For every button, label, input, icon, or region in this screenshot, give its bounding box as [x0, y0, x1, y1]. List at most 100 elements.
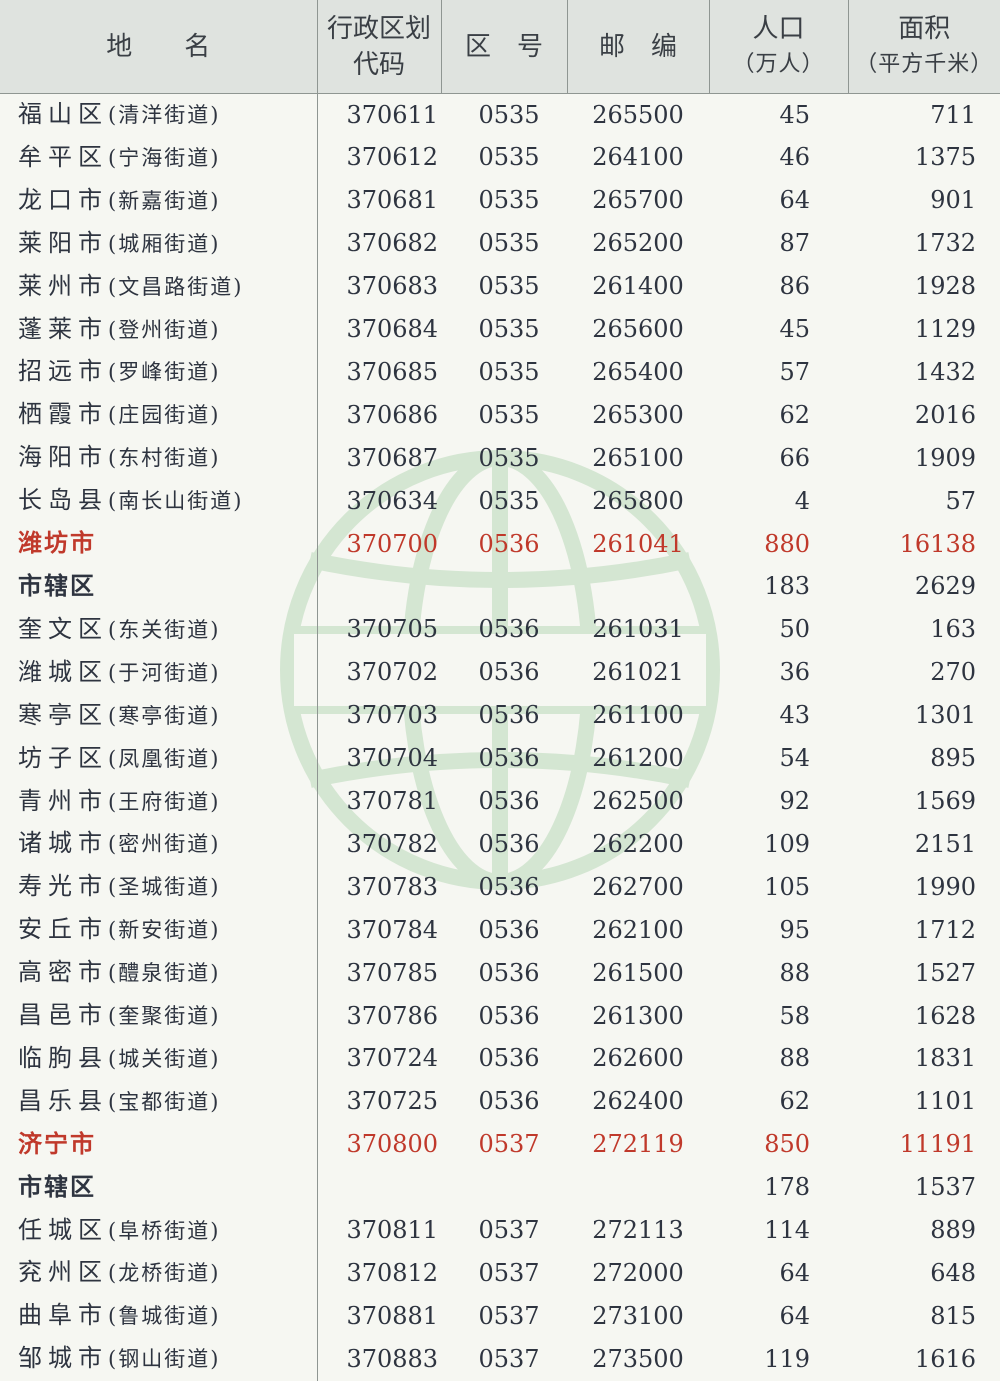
population-cell: 45: [709, 94, 848, 137]
seat-street: (阜桥街道): [108, 1219, 220, 1243]
postcode-cell: [567, 566, 709, 609]
table-row: 栖霞市(庄园街道)3706860535265300622016: [0, 394, 1000, 437]
area-cell: 815: [848, 1295, 1000, 1338]
population-cell: 64: [709, 180, 848, 223]
place-name-cell: 青州市(王府街道): [0, 781, 317, 824]
code-cell: 370685: [317, 351, 441, 394]
code-cell: 370881: [317, 1295, 441, 1338]
seat-street: (宝都街道): [108, 1090, 220, 1114]
table-row: 兖州区(龙桥街道)370812053727200064648: [0, 1252, 1000, 1295]
area-cell: 1712: [848, 909, 1000, 952]
population-cell: 109: [709, 823, 848, 866]
code-cell: 370725: [317, 1081, 441, 1124]
population-cell: 178: [709, 1167, 848, 1210]
area-cell: 711: [848, 94, 1000, 137]
code-cell: 370704: [317, 738, 441, 781]
postcode-cell: 273100: [567, 1295, 709, 1338]
table-row: 福山区(清洋街道)370611053526550045711: [0, 94, 1000, 137]
code-cell: 370611: [317, 94, 441, 137]
seat-street: (城关街道): [108, 1047, 220, 1071]
area-code-cell: 0537: [441, 1252, 567, 1295]
area-code-cell: 0536: [441, 1038, 567, 1081]
area-code-cell: 0535: [441, 223, 567, 266]
place-name: 潍坊市: [18, 529, 96, 557]
seat-street: (东关街道): [108, 618, 220, 642]
place-name-cell: 市辖区: [0, 566, 317, 609]
place-name-cell: 昌邑市(奎聚街道): [0, 995, 317, 1038]
postcode-cell: 265500: [567, 94, 709, 137]
area-code-cell: 0537: [441, 1295, 567, 1338]
population-cell: 4: [709, 480, 848, 523]
area-code-cell: 0536: [441, 1081, 567, 1124]
population-cell: 64: [709, 1252, 848, 1295]
area-cell: 11191: [848, 1124, 1000, 1167]
table-row: 诸城市(密州街道)37078205362622001092151: [0, 823, 1000, 866]
population-cell: 43: [709, 695, 848, 738]
code-cell: 370683: [317, 266, 441, 309]
place-name-cell: 邹城市(钢山街道): [0, 1338, 317, 1381]
table-row: 寿光市(圣城街道)37078305362627001051990: [0, 866, 1000, 909]
area-code-cell: 0536: [441, 823, 567, 866]
area-code-cell: 0536: [441, 609, 567, 652]
area-code-cell: 0536: [441, 652, 567, 695]
population-cell: 36: [709, 652, 848, 695]
postcode-cell: 261041: [567, 523, 709, 566]
place-name-cell: 奎文区(东关街道): [0, 609, 317, 652]
table-row: 海阳市(东村街道)3706870535265100661909: [0, 437, 1000, 480]
postcode-cell: 265200: [567, 223, 709, 266]
postcode-cell: 262700: [567, 866, 709, 909]
area-code-cell: 0535: [441, 351, 567, 394]
postcode-cell: 262400: [567, 1081, 709, 1124]
place-name-cell: 市辖区: [0, 1167, 317, 1210]
area-code-cell: 0535: [441, 180, 567, 223]
place-name: 邹城市: [18, 1344, 108, 1372]
postcode-cell: 262200: [567, 823, 709, 866]
area-cell: 2629: [848, 566, 1000, 609]
header-population: 人口（万人）: [709, 0, 848, 94]
place-name: 济宁市: [18, 1130, 96, 1158]
code-cell: 370724: [317, 1038, 441, 1081]
seat-street: (新嘉街道): [108, 189, 220, 213]
table-row: 曲阜市(鲁城街道)370881053727310064815: [0, 1295, 1000, 1338]
population-cell: 57: [709, 351, 848, 394]
table-row: 奎文区(东关街道)370705053626103150163: [0, 609, 1000, 652]
area-code-cell: 0536: [441, 523, 567, 566]
population-cell: 50: [709, 609, 848, 652]
postcode-cell: 272000: [567, 1252, 709, 1295]
place-name: 长岛县: [18, 486, 108, 514]
place-name: 蓬莱市: [18, 315, 108, 343]
postcode-cell: 261400: [567, 266, 709, 309]
header-area: 面积（平方千米）: [848, 0, 1000, 94]
area-code-cell: 0535: [441, 94, 567, 137]
place-name-cell: 招远市(罗峰街道): [0, 351, 317, 394]
postcode-cell: 265800: [567, 480, 709, 523]
area-code-cell: 0536: [441, 909, 567, 952]
table-row: 莱州市(文昌路街道)3706830535261400861928: [0, 266, 1000, 309]
population-cell: 87: [709, 223, 848, 266]
place-name-cell: 兖州区(龙桥街道): [0, 1252, 317, 1295]
area-cell: 1101: [848, 1081, 1000, 1124]
area-cell: 16138: [848, 523, 1000, 566]
code-cell: 370700: [317, 523, 441, 566]
area-cell: 1616: [848, 1338, 1000, 1381]
place-name-cell: 临朐县(城关街道): [0, 1038, 317, 1081]
table-row: 任城区(阜桥街道)3708110537272113114889: [0, 1210, 1000, 1253]
place-name-cell: 莱阳市(城厢街道): [0, 223, 317, 266]
code-cell: 370781: [317, 781, 441, 824]
seat-street: (奎聚街道): [108, 1004, 220, 1028]
population-cell: 95: [709, 909, 848, 952]
area-code-cell: 0535: [441, 309, 567, 352]
table-row: 寒亭区(寒亭街道)3707030536261100431301: [0, 695, 1000, 738]
postcode-cell: 261100: [567, 695, 709, 738]
population-cell: 105: [709, 866, 848, 909]
place-name: 招远市: [18, 357, 108, 385]
code-cell: 370703: [317, 695, 441, 738]
place-name: 寒亭区: [18, 701, 108, 729]
district-row: 市辖区1832629: [0, 566, 1000, 609]
seat-street: (龙桥街道): [108, 1261, 220, 1285]
district-row: 市辖区1781537: [0, 1167, 1000, 1210]
code-cell: 370784: [317, 909, 441, 952]
population-cell: 54: [709, 738, 848, 781]
place-name: 高密市: [18, 958, 108, 986]
area-cell: 163: [848, 609, 1000, 652]
